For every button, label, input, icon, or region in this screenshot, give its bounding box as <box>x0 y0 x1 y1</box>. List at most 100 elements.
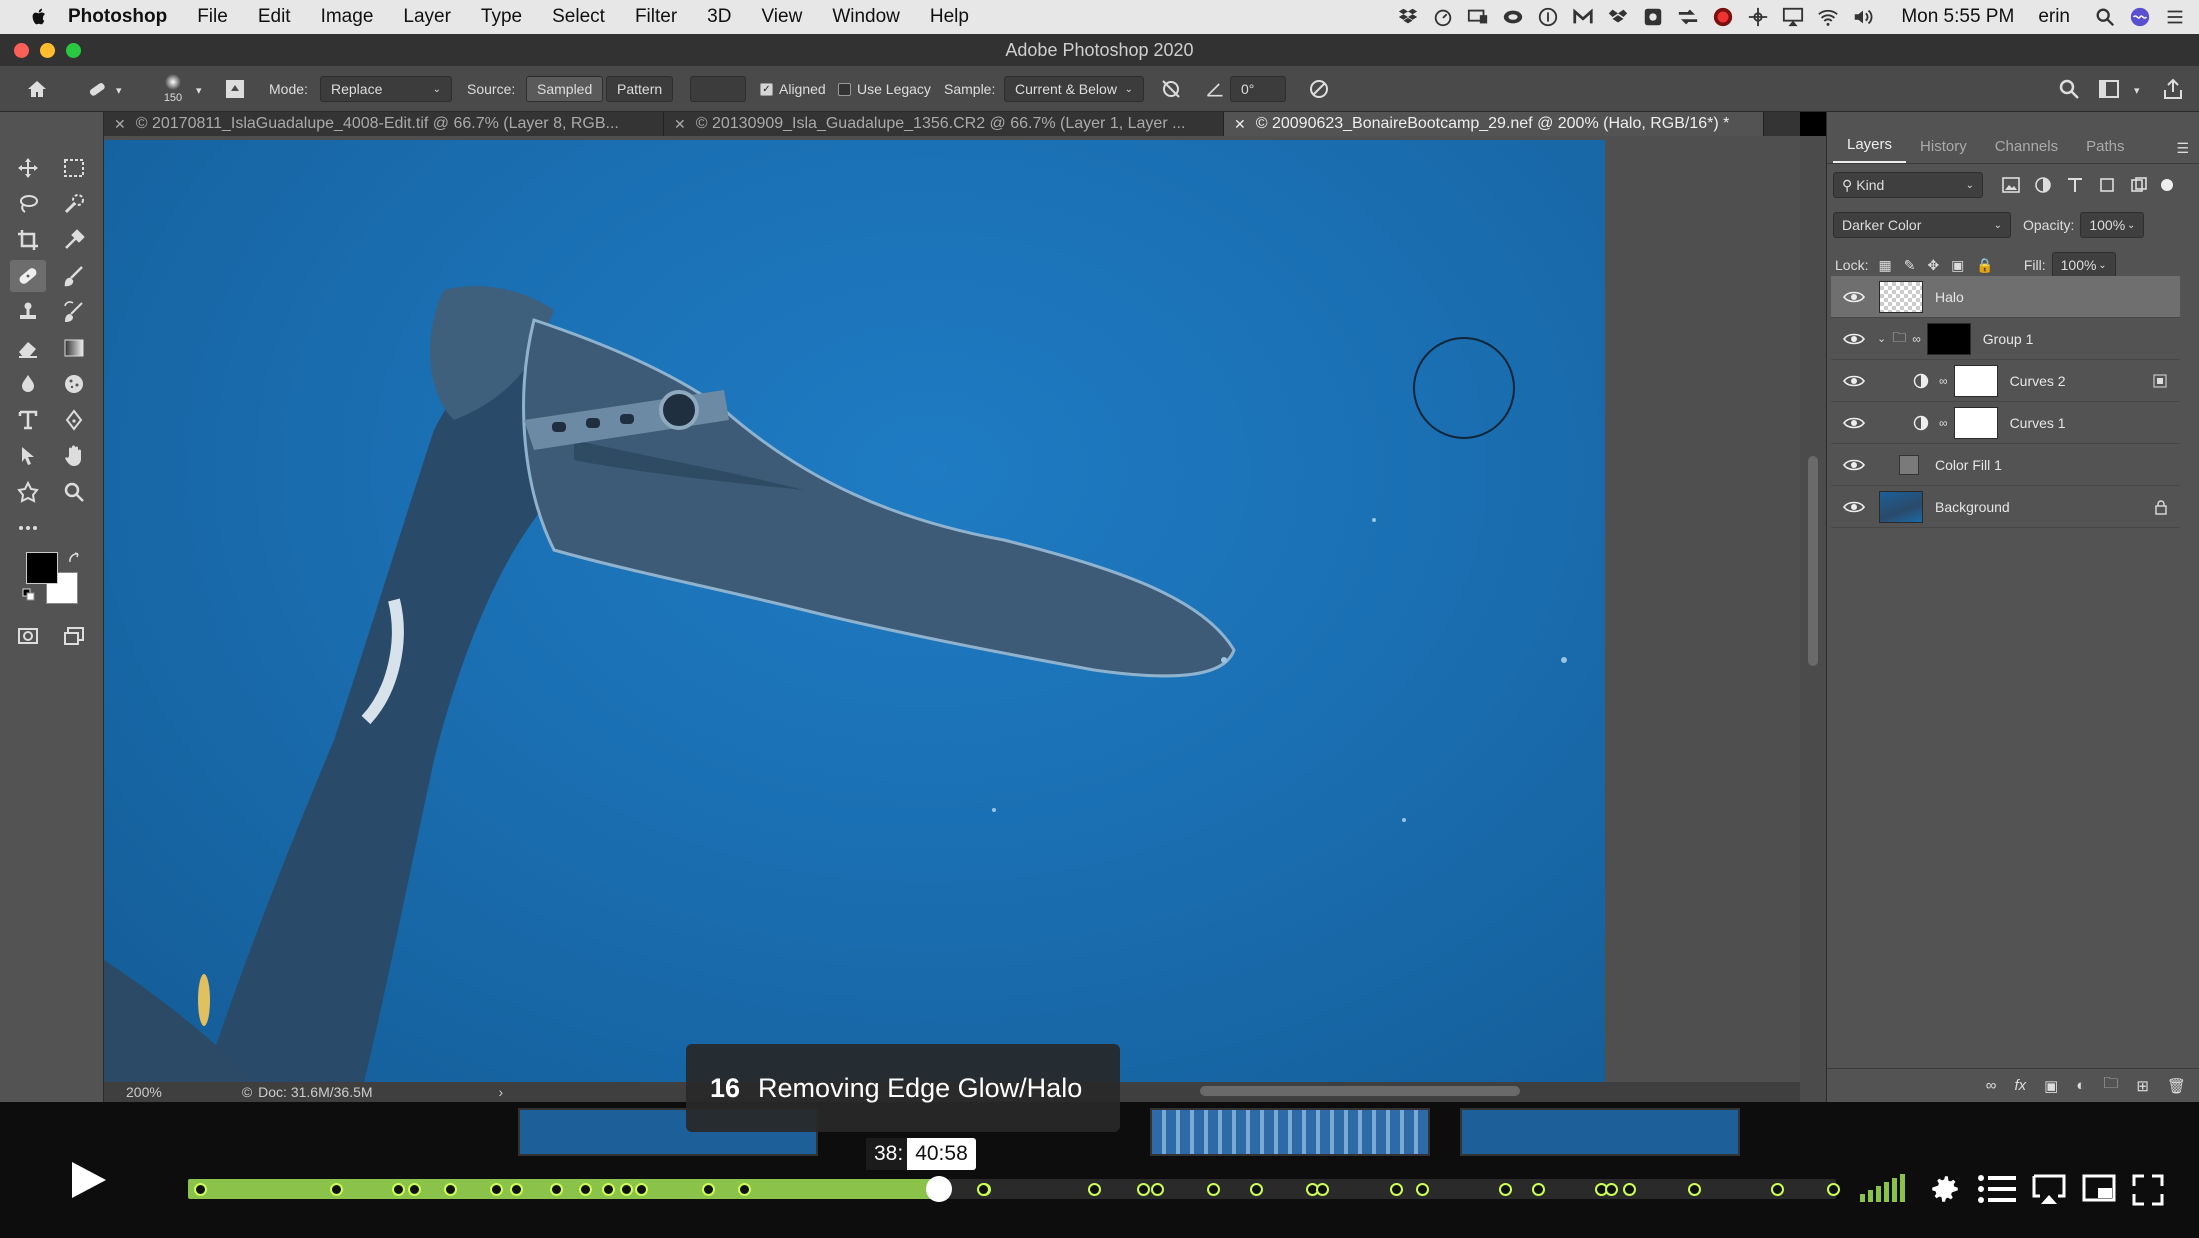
eye-icon[interactable] <box>1843 500 1865 514</box>
lock-transparent-icon[interactable]: ▦ <box>1878 257 1891 274</box>
siri-icon[interactable] <box>2129 6 2151 28</box>
camera-icon[interactable] <box>1642 6 1664 28</box>
picture-in-picture-icon[interactable] <box>2082 1174 2116 1204</box>
airplay-icon[interactable] <box>2032 1174 2066 1204</box>
new-layer-icon[interactable]: ⊞ <box>2136 1077 2149 1095</box>
layer-name[interactable]: Background <box>1935 499 2010 515</box>
blend-mode-select[interactable]: Darker Color ⌄ <box>1833 212 2011 238</box>
trash-icon[interactable]: 🗑 <box>2167 1077 2186 1095</box>
onepassword-icon[interactable] <box>1537 6 1559 28</box>
type-filter-icon[interactable] <box>2065 176 2085 194</box>
healing-brush-preset-icon[interactable] <box>84 77 110 101</box>
settings-gear-icon[interactable] <box>1928 1172 1962 1206</box>
menu-3d[interactable]: 3D <box>707 6 731 28</box>
share-icon[interactable] <box>2160 77 2186 101</box>
link-layers-icon[interactable]: ∞ <box>1986 1077 1997 1094</box>
pixel-filter-icon[interactable] <box>2001 176 2021 194</box>
tab-channels[interactable]: Channels <box>1981 138 2072 163</box>
brush-tool[interactable] <box>56 260 92 292</box>
type-tool[interactable] <box>10 404 46 436</box>
path-selection-tool[interactable] <box>10 440 46 472</box>
zoom-level[interactable]: 200% <box>126 1084 162 1100</box>
home-icon[interactable] <box>24 77 50 101</box>
chapter-marker[interactable] <box>1770 1183 1784 1196</box>
source-pattern-button[interactable]: Pattern <box>606 76 674 102</box>
pattern-picker[interactable] <box>690 76 746 102</box>
layer-name[interactable]: Curves 1 <box>2010 415 2066 431</box>
chevron-down-icon[interactable]: ⌄ <box>1877 332 1886 345</box>
preset-dropdown-icon[interactable]: ▾ <box>116 84 122 97</box>
display-icon[interactable] <box>1467 6 1489 28</box>
menu-help[interactable]: Help <box>930 6 969 28</box>
layer-row-curves-2[interactable]: ∞ Curves 2 <box>1831 360 2180 402</box>
chapter-marker[interactable] <box>193 1183 207 1196</box>
menu-user[interactable]: erin <box>2038 6 2070 28</box>
fullscreen-icon[interactable] <box>2132 1174 2164 1206</box>
chapter-marker[interactable] <box>330 1183 344 1196</box>
add-mask-icon[interactable]: ▣ <box>2044 1077 2058 1095</box>
image-canvas[interactable] <box>104 140 1605 1082</box>
gradient-tool[interactable] <box>56 332 92 364</box>
menu-layer[interactable]: Layer <box>403 6 451 28</box>
layer-mask-thumbnail[interactable] <box>1953 406 1998 439</box>
opacity-input[interactable]: 100% ⌄ <box>2080 212 2145 238</box>
brush-size-picker[interactable]: 150 <box>152 72 194 108</box>
chapter-marker[interactable] <box>1498 1183 1512 1196</box>
volume-icon[interactable] <box>1852 6 1874 28</box>
dropbox-icon[interactable] <box>1397 6 1419 28</box>
chapter-marker[interactable] <box>1249 1183 1263 1196</box>
horizontal-scroll-thumb[interactable] <box>1200 1086 1520 1096</box>
minimize-window-button[interactable] <box>40 43 55 58</box>
eyedropper-tool[interactable] <box>56 224 92 256</box>
vertical-scrollbar[interactable] <box>1800 136 1826 1102</box>
lock-artboard-icon[interactable]: ▣ <box>1951 257 1964 274</box>
chapter-marker[interactable] <box>578 1183 592 1196</box>
chapter-marker[interactable] <box>489 1183 503 1196</box>
chapter-marker[interactable] <box>1687 1183 1701 1196</box>
layer-row-background[interactable]: Background <box>1831 486 2180 528</box>
chapter-marker[interactable] <box>1087 1183 1101 1196</box>
layer-row-halo[interactable]: Halo <box>1831 276 2180 318</box>
app-menu[interactable]: Photoshop <box>68 6 167 28</box>
playhead-handle[interactable] <box>925 1176 952 1202</box>
filter-toggle[interactable] <box>2161 179 2173 191</box>
menu-type[interactable]: Type <box>481 6 522 28</box>
clone-stamp-tool[interactable] <box>10 296 46 328</box>
menu-view[interactable]: View <box>761 6 802 28</box>
screen-mode-button[interactable] <box>56 620 92 652</box>
new-group-icon[interactable]: 🗀 <box>2103 1073 2118 1098</box>
scroll-thumb[interactable] <box>1808 456 1818 666</box>
layer-name[interactable]: Group 1 <box>1983 331 2034 347</box>
record-icon[interactable] <box>1712 6 1734 28</box>
pressure-size-icon[interactable] <box>1306 77 1332 101</box>
chevron-right-icon[interactable]: › <box>499 1084 504 1100</box>
document-tab-2[interactable]: ✕ © 20130909_Isla_Guadalupe_1356.CR2 @ 66… <box>664 112 1224 136</box>
compass-icon[interactable] <box>1747 6 1769 28</box>
sample-select[interactable]: Current & Below ⌄ <box>1004 76 1144 102</box>
tab-paths[interactable]: Paths <box>2072 138 2138 163</box>
workspace-dropdown-icon[interactable]: ▾ <box>2134 84 2140 97</box>
airplay-icon[interactable] <box>1782 6 1804 28</box>
layer-mask-thumbnail[interactable] <box>1926 322 1971 355</box>
chapter-thumbnail[interactable] <box>1150 1108 1430 1156</box>
lock-all-icon[interactable]: 🔒 <box>1976 257 1993 274</box>
chapter-marker[interactable] <box>443 1183 457 1196</box>
creative-cloud-icon[interactable] <box>1502 6 1524 28</box>
foreground-color-swatch-top[interactable] <box>26 552 58 584</box>
layer-row-curves-1[interactable]: ∞ Curves 1 <box>1831 402 2180 444</box>
document-tab-1[interactable]: ✕ © 20170811_IslaGuadalupe_4008-Edit.tif … <box>104 112 664 136</box>
lock-position-icon[interactable]: ✥ <box>1927 257 1939 274</box>
new-adjustment-icon[interactable]: ◐ <box>2076 1077 2085 1094</box>
arrows-icon[interactable] <box>1677 6 1699 28</box>
play-icon[interactable] <box>66 1158 110 1202</box>
menu-image[interactable]: Image <box>321 6 374 28</box>
layer-name[interactable]: Halo <box>1935 289 1964 305</box>
shape-filter-icon[interactable] <box>2097 176 2117 194</box>
marquee-tool[interactable] <box>56 152 92 184</box>
close-window-button[interactable] <box>14 43 29 58</box>
tab-history[interactable]: History <box>1906 138 1981 163</box>
layer-row-group-1[interactable]: ⌄ 🗀 ∞ Group 1 <box>1831 318 2180 360</box>
chapter-marker[interactable] <box>408 1183 422 1196</box>
fx-icon[interactable]: fx <box>2014 1077 2026 1094</box>
source-sampled-button[interactable]: Sampled <box>526 76 604 102</box>
